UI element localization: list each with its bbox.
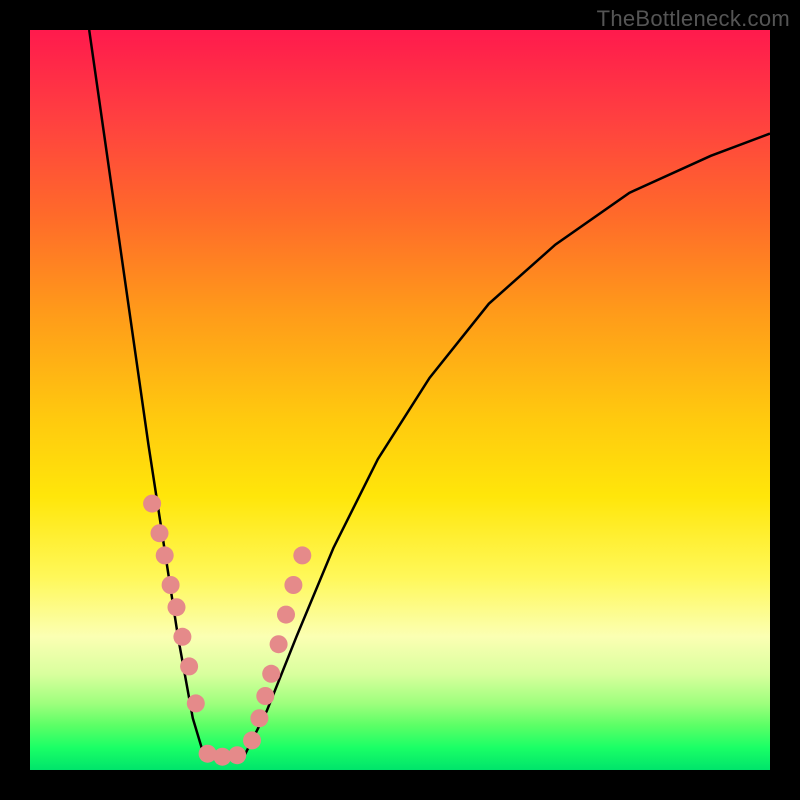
scatter-dot [168, 598, 186, 616]
scatter-dot [256, 687, 274, 705]
chart-frame: TheBottleneck.com [0, 0, 800, 800]
scatter-dot [156, 546, 174, 564]
scatter-dot [262, 665, 280, 683]
scatter-dot [277, 606, 295, 624]
scatter-dot [173, 628, 191, 646]
scatter-dot [199, 745, 217, 763]
v-curve [89, 30, 770, 759]
chart-svg [30, 30, 770, 770]
watermark-text: TheBottleneck.com [597, 6, 790, 32]
scatter-dots [143, 495, 311, 766]
scatter-dot [228, 746, 246, 764]
scatter-dot [151, 524, 169, 542]
scatter-dot [250, 709, 268, 727]
scatter-dot [180, 657, 198, 675]
scatter-dot [270, 635, 288, 653]
scatter-dot [162, 576, 180, 594]
scatter-dot [284, 576, 302, 594]
scatter-dot [187, 694, 205, 712]
scatter-dot [143, 495, 161, 513]
plot-area [30, 30, 770, 770]
scatter-dot [293, 546, 311, 564]
scatter-dot [243, 731, 261, 749]
